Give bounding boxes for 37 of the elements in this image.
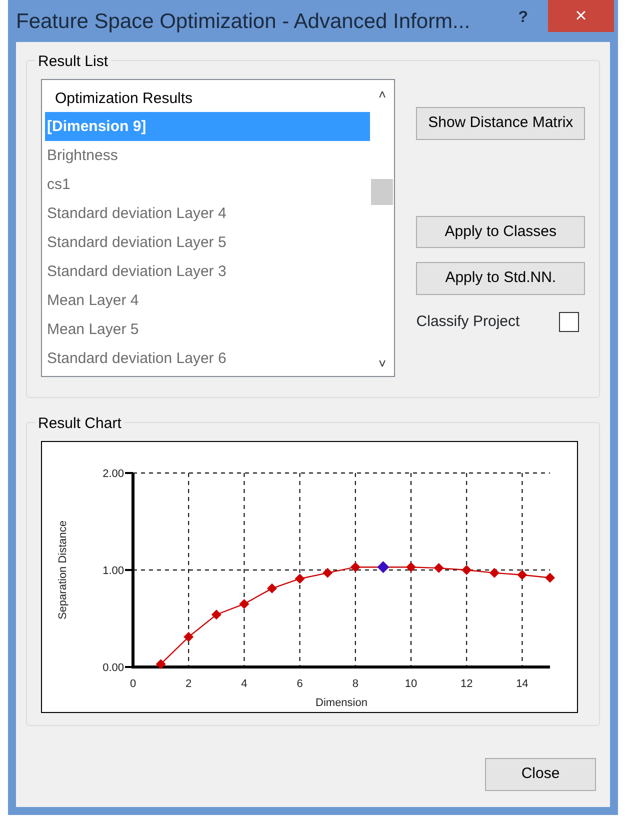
list-item[interactable]: Standard deviation Layer 4 (45, 199, 370, 228)
list-item[interactable]: cs1 (45, 170, 370, 199)
scroll-down-button[interactable]: ˅ (378, 353, 386, 376)
axis-title: Separation Distance (57, 520, 69, 620)
list-item[interactable]: [Dimension 9] (45, 112, 370, 141)
axis-title: Dimension (316, 697, 368, 709)
close-button[interactable]: Close (485, 758, 596, 791)
classify-checkbox[interactable] (559, 312, 579, 332)
list-item[interactable]: Mean Layer 4 (45, 286, 370, 315)
list-header: Optimization Results (54, 89, 194, 109)
axis-tick-label: 10 (404, 678, 418, 690)
axis-tick-label: 2 (186, 678, 192, 690)
scrollbar[interactable]: ˄ ˅ (370, 80, 394, 376)
axis-tick-label: 6 (296, 678, 303, 690)
axis-tick-label: 1.00 (102, 565, 124, 577)
axis-tick-label: 14 (516, 678, 528, 690)
list-item[interactable]: Standard deviation Layer 3 (45, 257, 370, 286)
axis-tick-label: 8 (352, 678, 358, 690)
action-button[interactable]: Apply to Std.NN. (416, 262, 585, 294)
axis-tick-label: 12 (460, 678, 473, 690)
axis-tick-label: 4 (241, 678, 248, 690)
close-button[interactable]: × (548, 0, 614, 32)
checkbox-label: Classify Project (416, 312, 520, 332)
axis-tick-label: 2.00 (102, 468, 124, 480)
help-button[interactable]: ? (518, 6, 528, 30)
action-button[interactable]: Show Distance Matrix (416, 107, 585, 140)
list-item[interactable]: Mean Layer 5 (45, 315, 370, 344)
scroll-thumb[interactable] (371, 179, 394, 205)
action-button[interactable]: Apply to Classes (416, 216, 585, 248)
list-item[interactable]: Standard deviation Layer 5 (45, 228, 370, 257)
axis-tick-label: 0.00 (102, 662, 124, 674)
window-title: Feature Space Optimization - Advanced Inform... (16, 9, 470, 36)
scroll-up-button[interactable]: ˄ (378, 84, 386, 105)
axis-tick-label: 0 (130, 678, 136, 690)
list-item[interactable]: Standard deviation Layer 6 (45, 344, 370, 373)
result-listbox[interactable]: Optimization Results [Dimension 9] Brightness cs1 Standard deviation Layer 4 Standard deviation Layer 5 Standard deviation Layer 3 Mean Layer 4 Mean Layer 5 Standard deviation Layer 6 ˄ ˅ (41, 79, 396, 377)
list-item[interactable]: Brightness (45, 141, 370, 170)
